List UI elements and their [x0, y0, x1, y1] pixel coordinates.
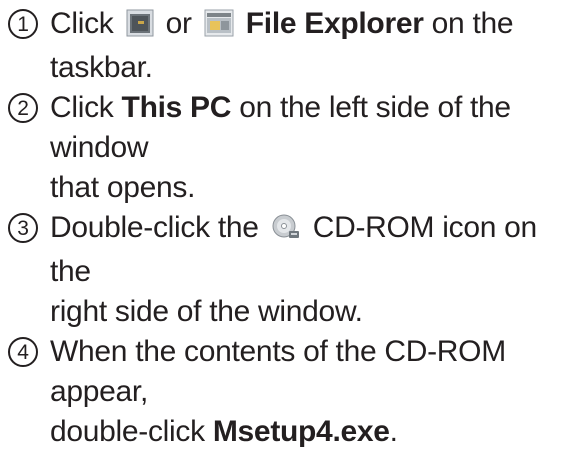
step-2-text-b: on the left side of the window — [50, 91, 511, 164]
step-number-1: 1 — [8, 9, 38, 39]
file-explorer-icon — [204, 8, 234, 48]
step-2-line-2: that opens. — [50, 171, 196, 204]
step-3: 3 Double-click the CD-ROM icon on the ri… — [8, 208, 578, 332]
instruction-steps: 1 Click or File Explorer on the taskbar. — [8, 4, 578, 452]
step-4-line-2a: double-click — [50, 415, 205, 448]
step-4: 4 When the contents of the CD-ROM appear… — [8, 332, 578, 452]
step-1-text-b: or — [165, 7, 192, 40]
file-explorer-label: File Explorer — [245, 7, 424, 40]
step-4-line-2b: . — [389, 415, 398, 448]
msetup-filename: Msetup4.exe — [212, 415, 390, 448]
step-1-text-c: on the — [431, 7, 514, 40]
step-3-text-a: Double-click the — [50, 211, 259, 244]
step-1-text-a: Click — [50, 7, 114, 40]
folder-icon — [126, 8, 154, 48]
step-2: 2 Click This PC on the left side of the … — [8, 88, 578, 208]
step-1: 1 Click or File Explorer on the taskbar. — [8, 4, 578, 88]
step-1-line-2: taskbar. — [50, 51, 153, 84]
step-2-text-a: Click — [50, 91, 114, 124]
step-4-text-a: When the contents of the CD-ROM appear, — [50, 335, 506, 408]
step-number-3: 3 — [8, 213, 38, 243]
step-number-2: 2 — [8, 93, 38, 123]
step-number-4: 4 — [8, 337, 38, 367]
step-3-line-2: right side of the window. — [50, 295, 363, 328]
cd-rom-icon — [271, 212, 301, 252]
this-pc-label: This PC — [121, 91, 232, 124]
